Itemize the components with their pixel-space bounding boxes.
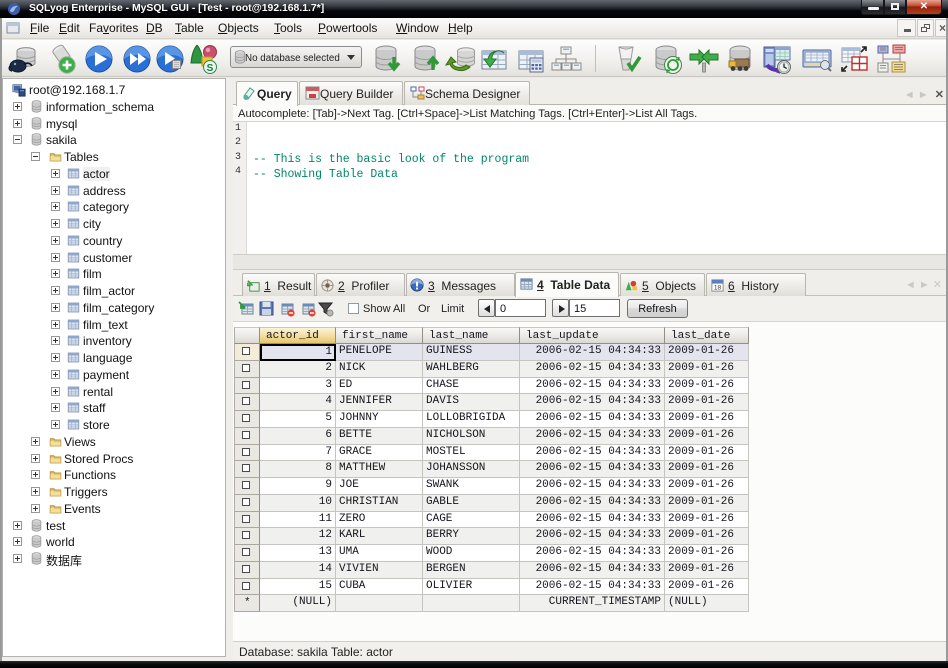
svg-text:18: 18	[714, 284, 722, 291]
svg-text:S: S	[207, 63, 214, 74]
